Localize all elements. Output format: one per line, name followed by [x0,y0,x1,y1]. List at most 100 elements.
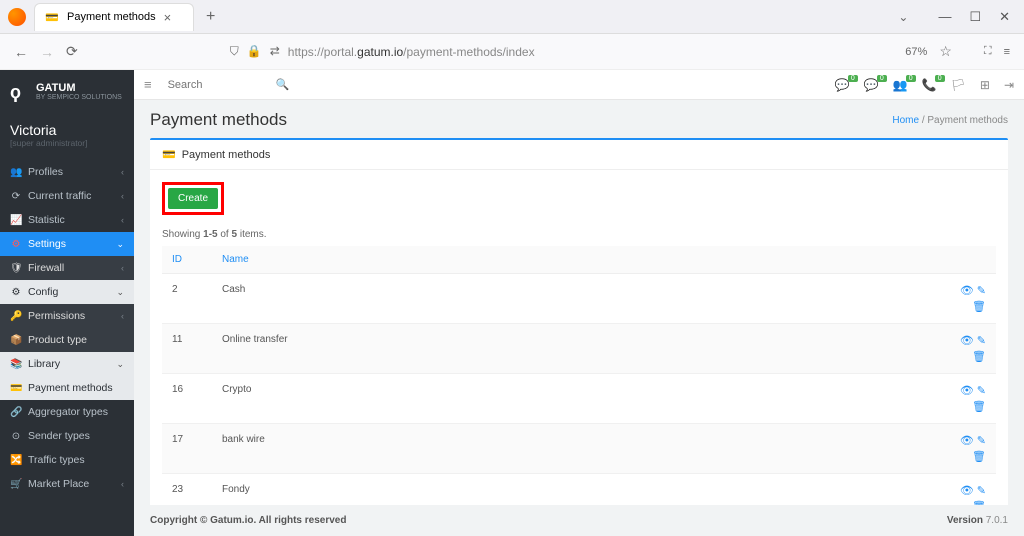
topbar: ≡ 🔍 💬0 💬0 👥0 📞0 🏳 ⊞ ⇥ [134,70,1024,100]
sidebar-item-label: Permissions [28,310,85,322]
sidebar-item-traffic-types[interactable]: 🔀Traffic types [0,448,134,472]
sidebar-item-sender-types[interactable]: ⊙Sender types [0,424,134,448]
breadcrumb: Home / Payment methods [892,115,1008,126]
tab-favicon-icon: 💳 [45,10,59,24]
sidebar-item-settings[interactable]: ⚙Settings⌄ [0,232,134,256]
sidebar-item-label: Payment methods [28,382,113,394]
grid-icon[interactable]: ⊞ [980,78,990,92]
breadcrumb-home[interactable]: Home [892,115,919,126]
sidebar-item-label: Profiles [28,166,63,178]
view-icon[interactable]: 👁 [960,384,974,397]
sidebar-item-statistic[interactable]: 📈Statistic‹ [0,208,134,232]
edit-icon[interactable]: ✎ [977,284,986,297]
view-icon[interactable]: 👁 [960,484,974,497]
footer-copyright: Copyright © Gatum.io. All rights reserve… [150,515,346,526]
sidebar-item-product-type[interactable]: 📦 Product type [0,328,134,352]
shield-icon[interactable]: ⛉ [230,44,239,59]
zoom-level[interactable]: 67% [905,46,927,58]
search-icon[interactable]: 🔍 [276,78,290,91]
tab-close-icon[interactable]: × [164,10,172,25]
col-id[interactable]: ID [162,246,212,274]
topbar-badge[interactable]: 👥0 [893,78,908,92]
sidebar-icon: 🛒 [10,479,22,490]
permissions-icon[interactable]: ⇄ [270,44,280,59]
sidebar-icon: ⚙ [10,239,22,250]
edit-icon[interactable]: ✎ [977,434,986,447]
sidebar-item-label: Traffic types [28,454,85,466]
sidebar-item-firewall[interactable]: 🛡Firewall‹ [0,256,134,280]
col-actions [950,246,996,274]
browser-tab[interactable]: 💳 Payment methods × [34,3,194,31]
delete-icon[interactable]: 🗑 [972,400,986,413]
row-actions: 👁✎ 🗑 [960,284,986,313]
brand-name: GATUM [36,82,122,94]
table-row: 16Crypto 👁✎ 🗑 [162,374,996,424]
user-role: [super administrator] [10,138,124,148]
chevron-icon: ‹ [121,311,124,321]
sidebar-item-label: Product type [28,334,87,346]
sidebar-item-config[interactable]: ⚙Config⌄ [0,280,134,304]
panel-title: Payment methods [182,149,271,161]
panel: 💳 Payment methods Create Showing 1-5 of … [150,138,1008,505]
flag-icon[interactable]: 🏳 [951,78,966,92]
search-input[interactable] [168,79,268,91]
tabs-dropdown-icon[interactable]: ⌄ [898,10,938,24]
cell-name: Crypto [212,374,950,424]
cell-id: 16 [162,374,212,424]
topbar-badge[interactable]: 💬0 [835,78,850,92]
pocket-icon[interactable]: ⛶ [964,45,992,58]
bookmark-icon[interactable]: ☆ [939,43,952,60]
hamburger-icon[interactable]: ≡ [144,77,152,92]
sidebar-item-payment-methods[interactable]: 💳Payment methods [0,376,134,400]
window-close-icon[interactable]: ✕ [999,9,1010,25]
sidebar-icon: 📚 [10,359,22,370]
sidebar-item-market-place[interactable]: 🛒Market Place‹ [0,472,134,496]
sidebar-item-profiles[interactable]: 👥Profiles‹ [0,160,134,184]
table-row: 23Fondy👁✎🗑 [162,474,996,506]
tab-title: Payment methods [67,11,156,23]
cell-id: 23 [162,474,212,506]
sidebar-item-permissions[interactable]: 🔑Permissions‹ [0,304,134,328]
delete-icon[interactable]: 🗑 [972,300,986,313]
lock-icon[interactable]: 🔒 [247,44,262,59]
sidebar-item-label: Library [28,358,60,370]
sidebar: ϙ GATUM BY SEMPICO SOLUTIONS Victoria [s… [0,70,134,536]
logout-icon[interactable]: ⇥ [1004,78,1014,92]
delete-icon[interactable]: 🗑 [972,350,986,363]
cell-name: bank wire [212,424,950,474]
app-menu-icon[interactable]: ≡ [1004,46,1010,58]
row-actions: 👁✎ 🗑 [960,384,986,413]
sidebar-icon: 🛡 [10,263,22,274]
nav-reload-icon[interactable]: ⟳ [66,43,78,60]
chevron-icon: ⌄ [116,359,124,370]
sidebar-icon: ⊙ [10,431,22,442]
sidebar-item-aggregator-types[interactable]: 🔗 Aggregator types [0,400,134,424]
view-icon[interactable]: 👁 [960,434,974,447]
sidebar-icon: 🔗 [10,407,22,418]
sidebar-icon: 📦 [10,335,22,346]
window-maximize-icon[interactable]: ☐ [969,9,981,25]
nav-back-icon[interactable]: ← [14,44,28,60]
create-button[interactable]: Create [168,188,218,209]
sidebar-item-current-traffic[interactable]: ⟳Current traffic‹ [0,184,134,208]
new-tab-button[interactable]: + [198,8,223,26]
user-name: Victoria [10,122,124,138]
url-text[interactable]: https://portal.gatum.io/payment-methods/… [288,45,535,59]
cell-id: 17 [162,424,212,474]
firefox-logo-icon [8,8,26,26]
edit-icon[interactable]: ✎ [977,334,986,347]
col-name[interactable]: Name [212,246,950,274]
topbar-badge[interactable]: 📞0 [922,78,937,92]
topbar-badge[interactable]: 💬0 [864,78,879,92]
window-minimize-icon[interactable]: — [938,9,951,24]
sidebar-icon: 👥 [10,167,22,178]
view-icon[interactable]: 👁 [960,334,974,347]
view-icon[interactable]: 👁 [960,284,974,297]
sidebar-item-library[interactable]: 📚 Library ⌄ [0,352,134,376]
edit-icon[interactable]: ✎ [977,484,986,497]
sidebar-item-label: Aggregator types [28,406,108,418]
cell-name: Fondy [212,474,950,506]
delete-icon[interactable]: 🗑 [972,450,986,463]
browser-tab-bar: 💳 Payment methods × + ⌄ — ☐ ✕ [0,0,1024,34]
edit-icon[interactable]: ✎ [977,384,986,397]
